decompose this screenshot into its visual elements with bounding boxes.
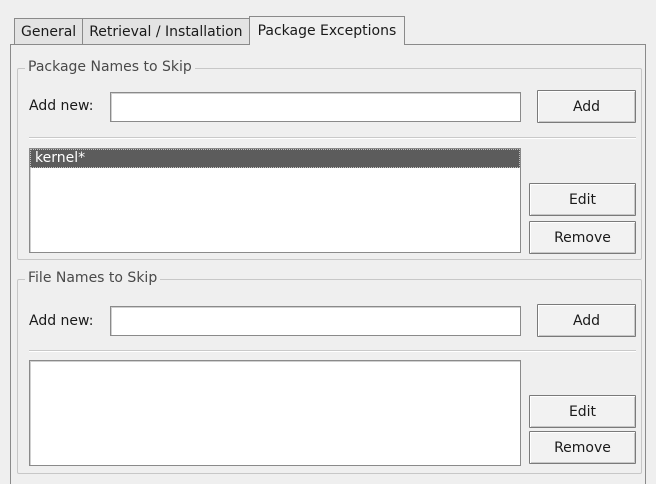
package-add-button[interactable]: Add	[537, 90, 636, 123]
package-add-input[interactable]	[110, 92, 521, 122]
file-separator	[29, 350, 636, 352]
list-item[interactable]: kernel*	[30, 149, 520, 168]
package-add-label: Add new:	[29, 98, 94, 114]
package-separator	[29, 137, 636, 139]
file-add-input[interactable]	[110, 306, 521, 336]
file-add-label: Add new:	[29, 313, 94, 329]
preferences-window: General Retrieval / Installation Package…	[0, 0, 656, 484]
package-names-title: Package Names to Skip	[25, 59, 195, 75]
package-edit-button[interactable]: Edit	[529, 183, 636, 216]
tab-retrieval-installation[interactable]: Retrieval / Installation	[82, 18, 250, 45]
package-skip-list[interactable]: kernel*	[29, 148, 521, 253]
file-add-button[interactable]: Add	[537, 304, 636, 337]
tab-bar: General Retrieval / Installation Package…	[14, 16, 406, 45]
file-names-title: File Names to Skip	[25, 270, 161, 286]
file-edit-button[interactable]: Edit	[529, 395, 636, 428]
file-skip-list[interactable]	[29, 360, 521, 466]
tab-general[interactable]: General	[14, 18, 84, 45]
tab-package-exceptions[interactable]: Package Exceptions	[248, 16, 406, 45]
file-remove-button[interactable]: Remove	[529, 431, 636, 464]
package-remove-button[interactable]: Remove	[529, 221, 636, 254]
